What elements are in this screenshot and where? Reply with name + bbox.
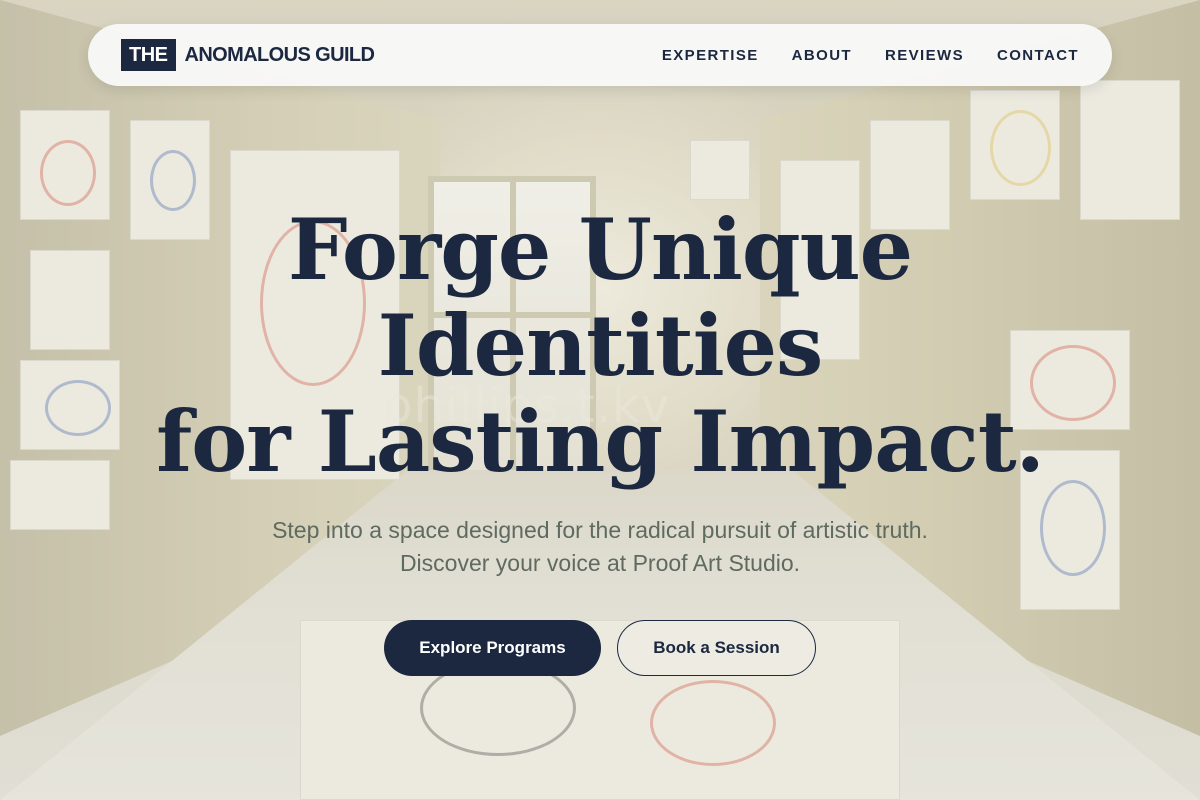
hero-cta-group: Explore Programs Book a Session bbox=[384, 620, 816, 676]
hero-subtitle: Step into a space designed for the radic… bbox=[272, 517, 928, 576]
top-navigation-bar: THE ANOMALOUS GUILD EXPERTISE ABOUT REVI… bbox=[88, 24, 1112, 86]
nav-link-expertise[interactable]: EXPERTISE bbox=[662, 47, 759, 64]
logo-badge: THE bbox=[121, 39, 176, 71]
logo-wordmark: ANOMALOUS GUILD bbox=[184, 43, 375, 66]
explore-programs-button[interactable]: Explore Programs bbox=[384, 620, 601, 676]
nav-links: EXPERTISE ABOUT REVIEWS CONTACT bbox=[662, 47, 1079, 64]
nav-link-reviews[interactable]: REVIEWS bbox=[885, 47, 964, 64]
nav-link-contact[interactable]: CONTACT bbox=[997, 47, 1079, 64]
hero-headline-line-3: for Lasting Impact. bbox=[156, 392, 1045, 491]
nav-link-about[interactable]: ABOUT bbox=[792, 47, 852, 64]
hero-headline: Forge Unique Identities for Lasting Impa… bbox=[0, 202, 1200, 490]
hero-headline-line-1: Forge Unique bbox=[287, 200, 913, 299]
site-logo[interactable]: THE ANOMALOUS GUILD bbox=[121, 39, 375, 71]
book-session-button[interactable]: Book a Session bbox=[617, 620, 816, 676]
hero-headline-line-2: Identities bbox=[377, 296, 824, 395]
